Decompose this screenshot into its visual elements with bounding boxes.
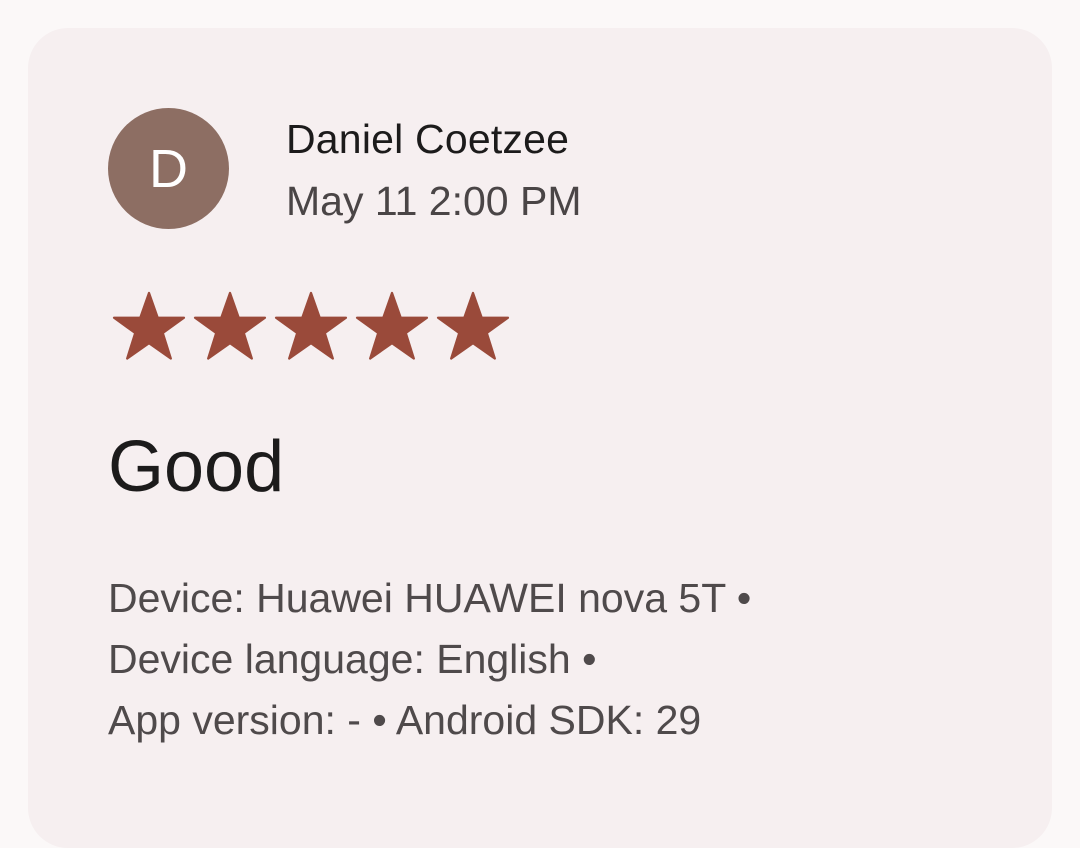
star-icon	[274, 290, 348, 360]
review-title: Good	[108, 427, 285, 507]
star-icon	[355, 290, 429, 360]
avatar: D	[108, 108, 229, 229]
star-rating	[112, 290, 510, 360]
app-version-line: App version: - • Android SDK: 29	[108, 697, 702, 743]
star-icon	[112, 290, 186, 360]
review-device-info: Device: Huawei HUAWEI nova 5T • Device l…	[108, 568, 751, 751]
review-date: May 11 2:00 PM	[286, 178, 582, 224]
review-author: Daniel Coetzee	[286, 116, 570, 162]
device-info-line: Device: Huawei HUAWEI nova 5T •	[108, 575, 752, 621]
star-icon	[193, 290, 267, 360]
device-language-line: Device language: English •	[108, 636, 597, 682]
avatar-letter: D	[149, 138, 188, 199]
review-card: D Daniel Coetzee May 11 2:00 PM Good Dev…	[28, 28, 1052, 848]
star-icon	[436, 290, 510, 360]
